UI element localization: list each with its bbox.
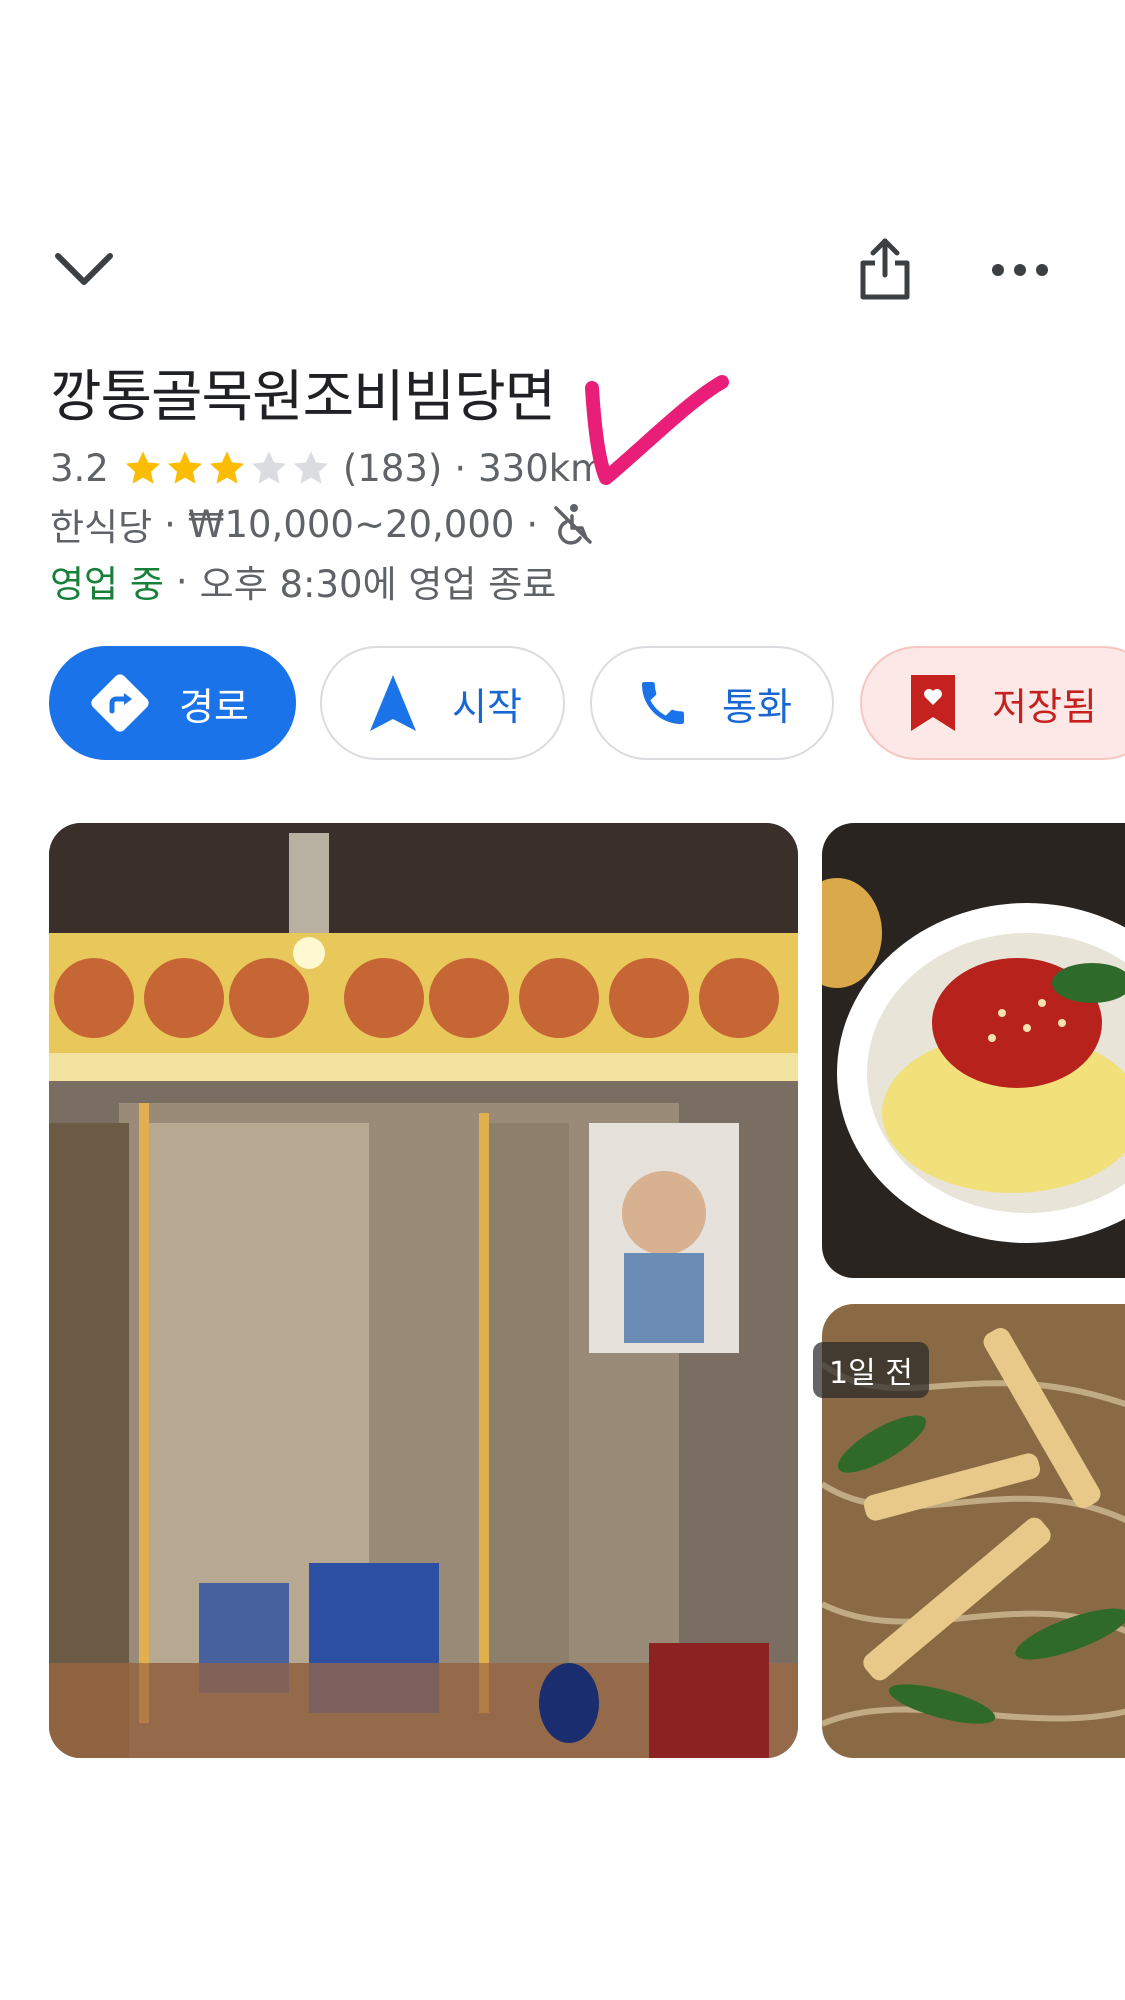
place-title: 깡통골목원조비빔당면 bbox=[50, 365, 556, 430]
star-empty-icon bbox=[293, 451, 328, 484]
not-wheelchair-accessible-icon bbox=[554, 504, 592, 545]
directions-label: 경로 bbox=[179, 684, 249, 729]
share-icon[interactable] bbox=[845, 228, 925, 308]
start-label: 시작 bbox=[452, 684, 522, 729]
photo-carousel bbox=[49, 823, 1125, 1758]
price-range: ₩10,000~20,000 bbox=[187, 502, 515, 546]
directions-icon bbox=[85, 668, 155, 738]
open-status: 영업 중 bbox=[50, 563, 164, 606]
directions-button[interactable]: 경로 bbox=[49, 646, 296, 760]
info-row: 한식당 · ₩10,000~20,000 · bbox=[50, 496, 594, 552]
review-count[interactable]: (183) bbox=[343, 447, 443, 490]
action-chips: 경로 시작 통화 저장됨 bbox=[49, 646, 1125, 764]
saved-button[interactable]: 저장됨 bbox=[860, 646, 1125, 760]
separator-dot: · bbox=[175, 559, 188, 603]
star-empty-icon bbox=[251, 451, 286, 484]
category: 한식당 bbox=[50, 506, 153, 549]
collapse-chevron-down-icon[interactable] bbox=[44, 240, 124, 300]
handwritten-check-mark bbox=[585, 375, 729, 485]
call-label: 통화 bbox=[722, 684, 792, 729]
separator-dot: · bbox=[454, 446, 467, 490]
hours-note: 오후 8:30에 영업 종료 bbox=[199, 563, 557, 606]
separator-dot: · bbox=[526, 502, 539, 546]
rating-row[interactable]: 3.2 (183) · 330km bbox=[50, 440, 606, 496]
call-button[interactable]: 통화 bbox=[590, 646, 834, 760]
separator-dot: · bbox=[164, 502, 176, 546]
food-photo-noodles-sauce[interactable] bbox=[822, 823, 1125, 1278]
hours-row[interactable]: 영업 중 · 오후 8:30에 영업 종료 bbox=[50, 552, 556, 610]
phone-icon bbox=[628, 668, 698, 738]
star-filled-icon bbox=[209, 451, 244, 484]
rating-stars bbox=[123, 448, 333, 488]
star-filled-icon bbox=[125, 451, 160, 484]
saved-label: 저장됨 bbox=[992, 684, 1097, 729]
rating-value: 3.2 bbox=[50, 446, 109, 490]
star-filled-icon bbox=[167, 451, 202, 484]
bookmark-heart-icon bbox=[898, 668, 968, 738]
more-options-icon[interactable] bbox=[980, 240, 1060, 300]
photo-age-badge: 1일 전 bbox=[813, 1342, 929, 1398]
start-navigation-button[interactable]: 시작 bbox=[320, 646, 565, 760]
navigation-arrow-icon bbox=[358, 668, 428, 738]
storefront-photo[interactable] bbox=[49, 823, 798, 1758]
